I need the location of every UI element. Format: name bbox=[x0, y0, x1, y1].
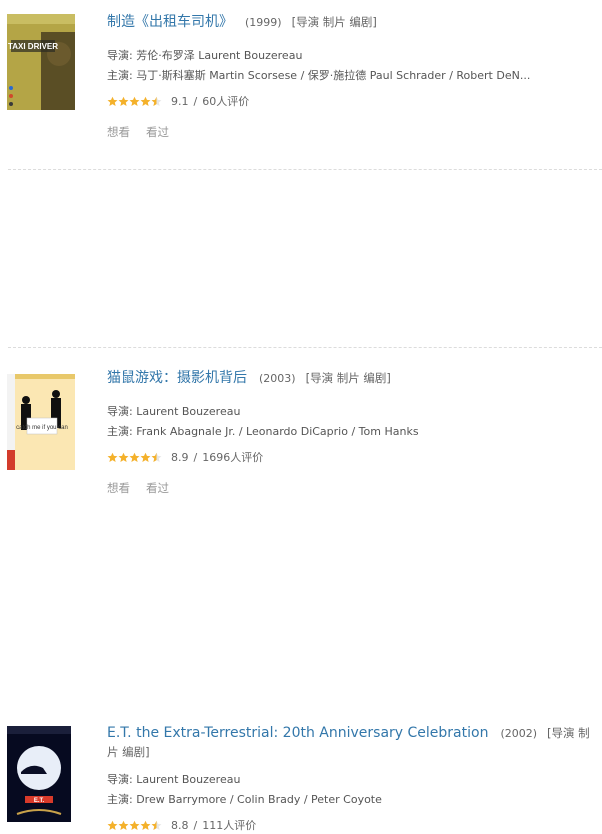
star-icon bbox=[140, 96, 151, 107]
item-title-link[interactable]: 制造《出租车司机》 bbox=[107, 14, 233, 30]
poster-title: TAXI DRIVER bbox=[8, 42, 58, 51]
star-icon bbox=[118, 820, 129, 831]
star-icon bbox=[140, 820, 151, 831]
list-item: catch me if you can 猫鼠游戏：摄影机背后 (2003) [导演 … bbox=[0, 178, 602, 495]
director-line: 导演: 芳伦·布罗泽 Laurent Bouzereau bbox=[107, 49, 303, 62]
movie-poster[interactable]: E.T. bbox=[7, 726, 71, 822]
rating-count: 111人评价 bbox=[202, 819, 257, 832]
rating-row: 9.1 / 60人评价 bbox=[107, 92, 592, 110]
item-actions: 想看 看过 bbox=[107, 124, 592, 140]
rating-separator: / bbox=[193, 818, 198, 832]
item-content: E.T. the Extra-Terrestrial: 20th Anniver… bbox=[107, 724, 592, 834]
cast-line: 主演: Drew Barrymore / Colin Brady / Peter… bbox=[107, 793, 382, 806]
star-rating bbox=[107, 96, 162, 107]
list-item: TAXI DRIVER 制造《出租车司机》 (1999) [导演 制片 编剧] 导演… bbox=[0, 0, 602, 160]
divider bbox=[8, 169, 602, 170]
poster-title: E.T. bbox=[34, 798, 45, 804]
movie-poster[interactable]: TAXI DRIVER bbox=[7, 14, 75, 110]
item-title-link[interactable]: E.T. the Extra-Terrestrial: 20th Anniver… bbox=[107, 725, 488, 741]
director-line: 导演: Laurent Bouzereau bbox=[107, 773, 241, 786]
star-icon bbox=[129, 96, 140, 107]
star-icon bbox=[107, 96, 118, 107]
list-item: E.T. E.T. the Extra-Terrestrial: 20th An… bbox=[0, 356, 602, 832]
want-to-watch-link[interactable]: 想看 bbox=[107, 125, 130, 139]
half-star-icon bbox=[151, 820, 162, 831]
star-icon bbox=[129, 820, 140, 831]
divider bbox=[8, 347, 602, 348]
rating-separator: / bbox=[193, 94, 198, 108]
star-icon bbox=[107, 820, 118, 831]
item-year: (2002) bbox=[500, 727, 538, 740]
rating-score: 8.8 bbox=[171, 818, 189, 832]
star-icon bbox=[118, 96, 129, 107]
item-roles: [导演 制片 编剧] bbox=[291, 15, 377, 29]
star-rating bbox=[107, 820, 162, 831]
item-year: (1999) bbox=[245, 16, 282, 29]
half-star-icon bbox=[151, 96, 162, 107]
cast-line: 主演: 马丁·斯科塞斯 Martin Scorsese / 保罗·施拉德 Pau… bbox=[107, 69, 531, 82]
item-content: 制造《出租车司机》 (1999) [导演 制片 编剧] 导演: 芳伦·布罗泽 Lau… bbox=[107, 12, 592, 140]
rating-score: 9.1 bbox=[171, 94, 189, 108]
rating-count: 60人评价 bbox=[202, 95, 250, 108]
watched-link[interactable]: 看过 bbox=[146, 125, 169, 139]
rating-row: 8.8 / 111人评价 bbox=[107, 816, 592, 834]
